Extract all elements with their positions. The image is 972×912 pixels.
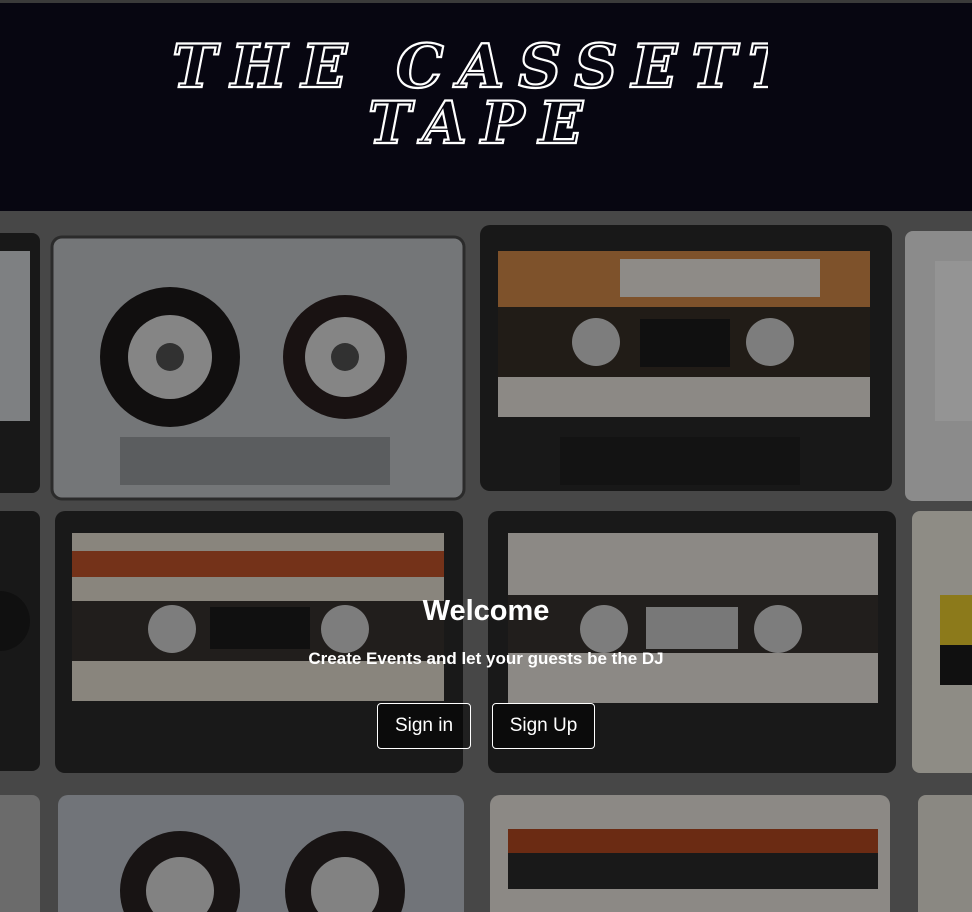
brand-logo: THE CASSETTE TAPE (171, 31, 768, 158)
sign-in-button[interactable]: Sign in (377, 703, 471, 749)
hero-section: Welcome Create Events and let your guest… (0, 211, 972, 912)
brand-logo-line2: TAPE (368, 89, 597, 157)
sign-up-button[interactable]: Sign Up (492, 703, 595, 749)
welcome-title: Welcome (422, 595, 550, 627)
site-header: THE CASSETTE TAPE (0, 3, 972, 211)
hero-overlay (0, 211, 972, 912)
welcome-subtitle: Create Events and let your guests be the… (308, 649, 664, 668)
